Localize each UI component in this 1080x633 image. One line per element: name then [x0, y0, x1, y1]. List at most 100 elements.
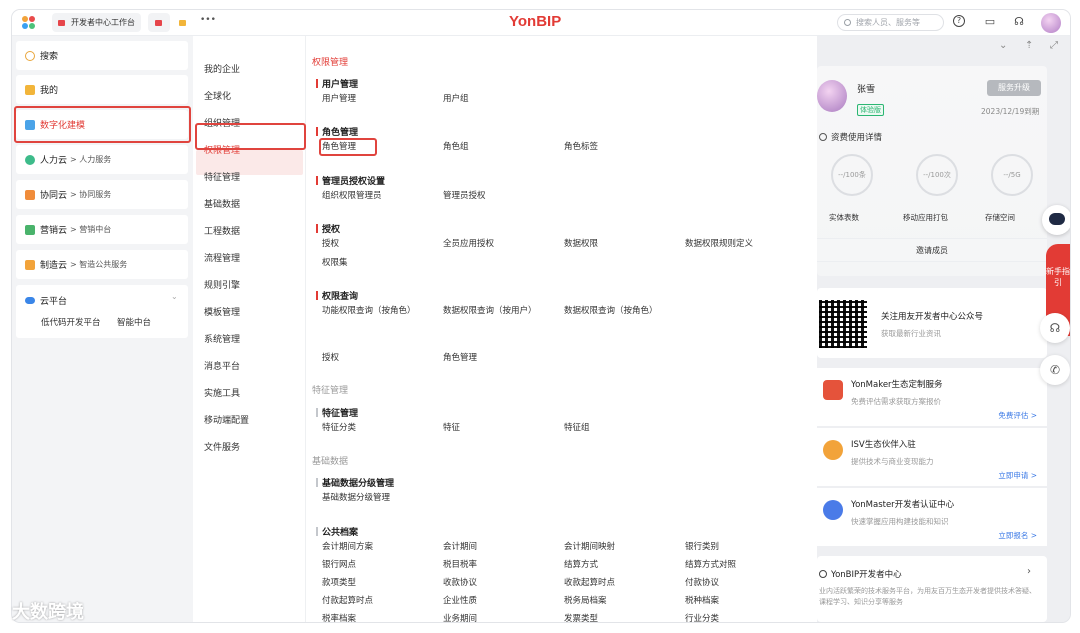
chevron-down-icon[interactable]: ⌄: [171, 292, 178, 301]
archive-link[interactable]: 结算方式对照: [685, 559, 736, 571]
submenu-item[interactable]: 全球化: [204, 89, 231, 102]
marketing-cloud-icon: [25, 224, 35, 235]
help-icon[interactable]: ?: [953, 15, 965, 27]
submenu-item[interactable]: 消息平台: [204, 359, 240, 372]
global-search-input[interactable]: 搜索人员、服务等: [837, 14, 944, 31]
menu-item-lowcode[interactable]: 低代码开发平台: [41, 316, 101, 328]
archive-link[interactable]: 会计期间映射: [564, 541, 615, 553]
link-data-query-by-user[interactable]: 数据权限查询（按用户）: [443, 305, 537, 317]
watermark-logo: 大数跨境: [12, 602, 84, 623]
link-user-management[interactable]: 用户管理: [322, 93, 356, 105]
menu-item-manufacturing-cloud[interactable]: 制造云 > 智造公共服务: [16, 250, 188, 279]
invite-members-button[interactable]: 邀请成员: [817, 238, 1047, 262]
submenu-item[interactable]: 实施工具: [204, 386, 240, 399]
app-launcher-icon[interactable]: [22, 16, 36, 30]
link-admin-authorization[interactable]: 管理员授权: [443, 190, 486, 202]
upload-icon[interactable]: ⇡: [1025, 40, 1033, 51]
link-user-group[interactable]: 用户组: [443, 93, 469, 105]
tab-3[interactable]: [176, 13, 190, 32]
more-tabs-button[interactable]: •••: [200, 15, 216, 25]
link-feature-group[interactable]: 特征组: [564, 422, 590, 434]
menu-item-smart-platform[interactable]: 智能中台: [117, 316, 151, 328]
archive-link[interactable]: 收款起算时点: [564, 577, 615, 589]
expand-icon[interactable]: ⤢: [1050, 40, 1058, 51]
tab-2[interactable]: [148, 13, 170, 32]
link-role-management-2[interactable]: 角色管理: [443, 352, 477, 364]
archive-link[interactable]: 税目税率: [443, 559, 477, 571]
link-role-group[interactable]: 角色组: [443, 141, 469, 153]
qr-title: 关注用友开发者中心公众号: [881, 312, 984, 322]
customer-service-icon[interactable]: ☊: [1040, 313, 1070, 343]
link-permission-set[interactable]: 权限集: [322, 257, 348, 269]
service-card-isv[interactable]: ISV生态伙伴入驻 提供技术与商业变现能力 立即申请 >: [817, 428, 1047, 486]
link-data-rule-definition[interactable]: 数据权限规则定义: [685, 238, 753, 250]
link-authorize-2[interactable]: 授权: [322, 352, 339, 364]
archive-link[interactable]: 银行网点: [322, 559, 356, 571]
link-role-tag[interactable]: 角色标签: [564, 141, 598, 153]
service-card-yonmaster[interactable]: YonMaster开发者认证中心 快速掌握应用构建技能和知识 立即报名 >: [817, 488, 1047, 546]
link-org-permission-admin[interactable]: 组织权限管理员: [322, 190, 382, 202]
section-title-permission: 权限管理: [312, 58, 349, 68]
message-icon[interactable]: ▭: [983, 15, 997, 29]
service-link[interactable]: 免费评估 >: [998, 410, 1037, 421]
menu-item-cloud-platform[interactable]: 云平台: [25, 294, 67, 307]
collapse-icon[interactable]: ⌄: [999, 40, 1007, 51]
group-label: 角色管理: [322, 128, 359, 138]
user-card-avatar: [817, 80, 847, 112]
link-basic-level-management[interactable]: 基础数据分级管理: [322, 492, 390, 504]
submenu-item[interactable]: 流程管理: [204, 251, 240, 264]
developer-center-card[interactable]: YonBIP开发者中心 › 业内活跃繁荣的技术服务平台，为用友百万生态开发者提供…: [817, 556, 1047, 622]
submenu-item[interactable]: 规则引擎: [204, 278, 240, 291]
headset-icon[interactable]: ☊: [1012, 15, 1026, 29]
usage-detail-link[interactable]: 资费使用详情: [819, 131, 882, 143]
archive-link[interactable]: 会计期间: [443, 541, 477, 553]
wechat-follow-card: 关注用友开发者中心公众号 获取最新行业资讯: [817, 288, 1047, 358]
archive-link[interactable]: 税种档案: [685, 595, 719, 607]
submenu-item[interactable]: 模板管理: [204, 305, 240, 318]
upgrade-button[interactable]: 服务升级: [987, 80, 1041, 96]
tab-developer-workbench[interactable]: 开发者中心工作台: [52, 13, 141, 32]
service-link[interactable]: 立即申请 >: [998, 470, 1037, 481]
group-title-feature: 特征管理: [316, 406, 358, 419]
menu-item-mine[interactable]: 我的: [16, 75, 188, 104]
submenu-item[interactable]: 基础数据: [204, 197, 240, 210]
archive-link[interactable]: 企业性质: [443, 595, 477, 607]
link-func-query-by-role[interactable]: 功能权限查询（按角色）: [322, 305, 416, 317]
user-avatar[interactable]: [1041, 13, 1061, 33]
archive-link[interactable]: 结算方式: [564, 559, 598, 571]
archive-link[interactable]: 款项类型: [322, 577, 356, 589]
archive-link[interactable]: 银行类别: [685, 541, 719, 553]
archive-link[interactable]: 会计期间方案: [322, 541, 373, 553]
submenu-item[interactable]: 文件服务: [204, 440, 240, 453]
submenu-item[interactable]: 工程数据: [204, 224, 240, 237]
archive-link[interactable]: 付款起算时点: [322, 595, 373, 607]
link-authorize[interactable]: 授权: [322, 238, 339, 250]
assistant-robot-icon[interactable]: [1042, 205, 1070, 235]
menu-item-search[interactable]: 搜索: [16, 41, 188, 70]
submenu-item[interactable]: 我的企业: [204, 62, 240, 75]
archive-link[interactable]: 付款协议: [685, 577, 719, 589]
menu-item-marketing-cloud[interactable]: 营销云 > 营销中台: [16, 215, 188, 244]
archive-link[interactable]: 税率档案: [322, 613, 356, 622]
search-placeholder: 搜索人员、服务等: [856, 18, 920, 27]
link-data-permission[interactable]: 数据权限: [564, 238, 598, 250]
usage-icon: [819, 133, 827, 141]
submenu-item[interactable]: 系统管理: [204, 332, 240, 345]
submenu-item[interactable]: 移动端配置: [204, 413, 249, 426]
link-data-query-by-role[interactable]: 数据权限查询（按角色）: [564, 305, 658, 317]
menu-item-hr-cloud[interactable]: 人力云 > 人力服务: [16, 145, 188, 174]
chevron-right-icon[interactable]: ›: [1027, 566, 1031, 577]
phone-icon[interactable]: ✆: [1040, 355, 1070, 385]
link-feature[interactable]: 特征: [443, 422, 460, 434]
menu-item-collab-cloud[interactable]: 协同云 > 协同服务: [16, 180, 188, 209]
archive-link[interactable]: 收款协议: [443, 577, 477, 589]
link-feature-category[interactable]: 特征分类: [322, 422, 356, 434]
service-link[interactable]: 立即报名 >: [998, 530, 1037, 541]
archive-link[interactable]: 发票类型: [564, 613, 598, 622]
archive-link[interactable]: 行业分类: [685, 613, 719, 622]
archive-link[interactable]: 业务期间: [443, 613, 477, 622]
link-all-app-auth[interactable]: 全员应用授权: [443, 238, 494, 250]
service-card-yonmaker[interactable]: YonMaker生态定制服务 免费评估需求获取方案报价 免费评估 >: [817, 368, 1047, 426]
archive-link[interactable]: 税务局档案: [564, 595, 607, 607]
submenu-item[interactable]: 特征管理: [204, 170, 240, 183]
